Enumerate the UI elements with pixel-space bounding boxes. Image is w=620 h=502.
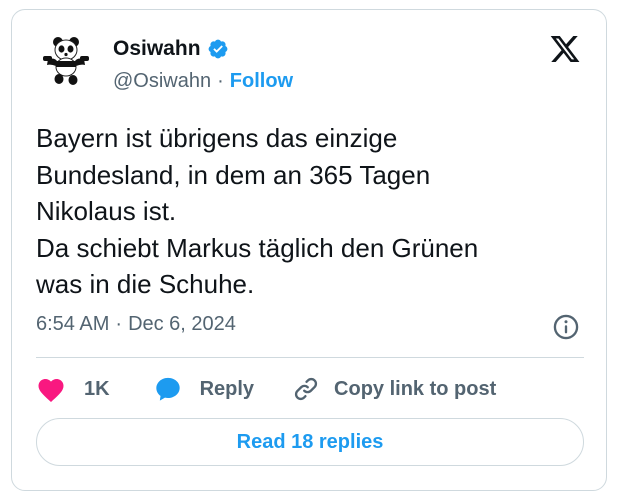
link-icon bbox=[294, 377, 318, 401]
tweet-text: Bayern ist übrigens das einzige Bundesla… bbox=[36, 120, 576, 303]
heart-icon bbox=[38, 379, 64, 402]
action-bar: 1K Reply Copy link to post bbox=[36, 372, 496, 406]
tweet-text-line: Bayern ist übrigens das einzige bbox=[36, 123, 398, 153]
speech-bubble-icon bbox=[155, 377, 180, 401]
tweet-timestamp[interactable]: 6:54 AM · Dec 6, 2024 bbox=[36, 313, 236, 336]
tweet-text-line: Da schiebt Markus täglich den Grünen bbox=[36, 232, 479, 263]
divider bbox=[36, 357, 584, 358]
reply-button[interactable]: Reply bbox=[154, 375, 254, 403]
tweet-date: Dec 6, 2024 bbox=[128, 313, 236, 335]
tweet-text-line: Bundesland, in dem an 365 Tagen bbox=[36, 159, 431, 190]
tweet-time: 6:54 AM bbox=[36, 313, 110, 335]
author-name-row: Osiwahn bbox=[113, 37, 229, 61]
timestamp-separator: · bbox=[115, 313, 123, 335]
read-replies-label: Read 18 replies bbox=[236, 430, 384, 453]
like-button[interactable]: 1K bbox=[36, 375, 110, 403]
panda-avatar-icon[interactable] bbox=[38, 33, 94, 89]
copy-link-button[interactable]: Copy link to post bbox=[292, 375, 496, 403]
like-count: 1K bbox=[84, 377, 110, 400]
verified-badge-icon bbox=[208, 39, 227, 59]
author-handle-row: @Osiwahn · Follow bbox=[113, 70, 293, 93]
tweet-text-line: was in die Schuhe. bbox=[36, 269, 255, 299]
author-handle[interactable]: @Osiwahn bbox=[113, 70, 211, 93]
author-name[interactable]: Osiwahn bbox=[113, 37, 201, 61]
reply-label: Reply bbox=[199, 377, 255, 400]
read-replies-button[interactable]: Read 18 replies bbox=[36, 418, 584, 466]
handle-separator: · bbox=[217, 70, 224, 92]
follow-button[interactable]: Follow bbox=[230, 70, 293, 93]
x-logo-icon[interactable] bbox=[548, 33, 582, 65]
tweet-text-line: Nikolaus ist. bbox=[36, 196, 177, 226]
info-icon[interactable] bbox=[552, 313, 580, 341]
copy-link-label: Copy link to post bbox=[334, 377, 497, 400]
